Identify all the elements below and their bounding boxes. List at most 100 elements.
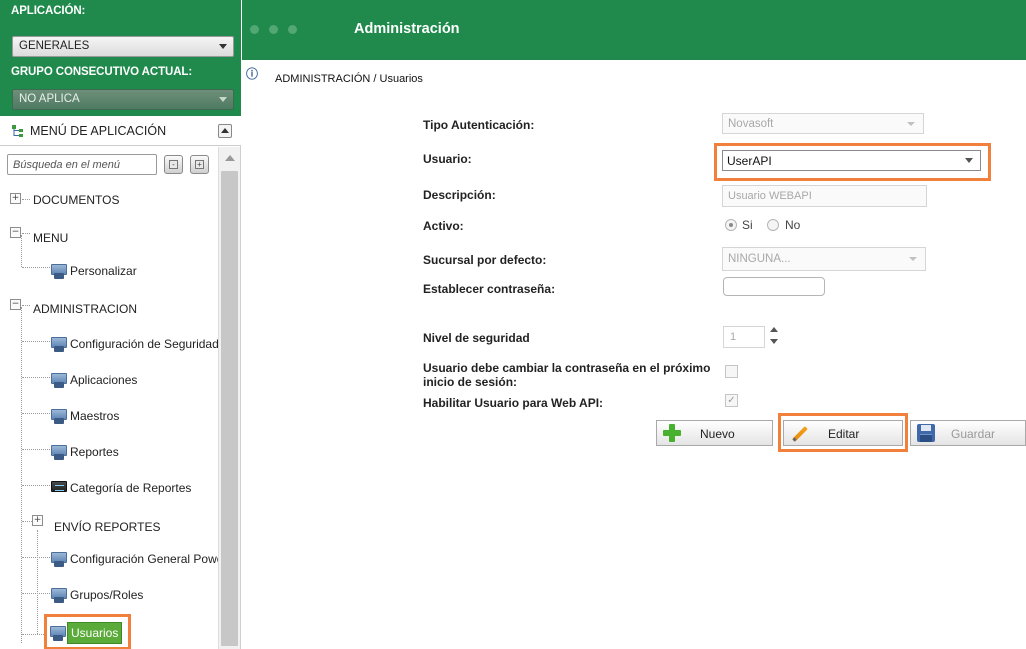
expand-icon[interactable]: + [32,515,43,526]
app-select[interactable]: GENERALES [12,36,234,57]
webapi-checkbox[interactable]: ✓ [725,394,738,407]
report-icon [51,264,67,279]
guardar-button[interactable]: Guardar [910,420,1026,446]
highlight-usuario-field: UserAPI [714,143,991,181]
descripcion-input: Usuario WEBAPI [722,185,927,207]
tree-node-label: MENU [33,231,69,245]
usuario-label: Usuario: [423,152,472,166]
report-icon [51,337,67,352]
tree-leaf-label: Categoría de Reportes [70,481,192,495]
sucursal-select: NINGUNA... [722,247,926,271]
window-dot-icon[interactable] [288,25,297,34]
category-icon [51,481,67,496]
chevron-down-icon [219,44,227,49]
collapse-menu-button[interactable] [218,124,232,138]
tree-leaf-maestros[interactable]: Maestros [0,406,218,430]
tree-leaf-label: Reportes [70,445,119,459]
tipo-auth-value: Novasoft [728,118,774,130]
user-form: Tipo Autenticación: Novasoft Usuario: Us… [242,96,1026,649]
window-dot-icon[interactable] [250,25,259,34]
tree-leaf-label: Configuración de Seguridad [70,337,218,351]
nuevo-button-label: Nuevo [700,427,735,441]
group-select: NO APLICA [12,89,234,110]
sucursal-label: Sucursal por defecto: [423,253,547,267]
contrasena-input[interactable] [723,277,825,296]
group-label: GRUPO CONSECUTIVO ACTUAL: [11,66,193,78]
report-icon [51,588,67,603]
app-label: APLICACIÓN: [11,5,86,17]
breadcrumb-bar: ⓘ ADMINISTRACIÓN / Usuarios [242,60,1026,96]
tree-node-label: ENVÍO REPORTES [54,520,161,534]
collapse-icon[interactable]: − [10,299,21,310]
tree-node-documentos[interactable]: + DOCUMENTOS [0,189,218,213]
tree-leaf-aplicaciones[interactable]: Aplicaciones [0,370,218,394]
editar-button-label: Editar [828,427,860,441]
tree-leaf-categoria-reportes[interactable]: Categoría de Reportes [0,478,218,502]
menu-search-input[interactable] [7,154,157,175]
menu-search-row: - + [0,147,218,183]
scroll-up-icon[interactable] [225,155,235,161]
cambiar-contrasena-label: Usuario debe cambiar la contraseña en el… [423,361,710,389]
contrasena-label: Establecer contraseña: [423,282,556,296]
expand-icon[interactable]: + [10,193,21,204]
tree-leaf-reportes[interactable]: Reportes [0,442,218,466]
nivel-value: 1 [730,331,737,343]
sidebar-scrollbar[interactable] [218,147,240,649]
tree-node-menu[interactable]: − MENU [0,225,218,249]
tree-node-label: ADMINISTRACION [33,302,138,316]
activo-no-radio[interactable] [767,219,779,231]
cambiar-label-line1: Usuario debe cambiar la contraseña en el… [423,361,711,375]
activo-si-radio[interactable] [725,219,737,231]
cambiar-label-line2: inicio de sesión: [423,375,518,389]
guardar-button-label: Guardar [951,427,996,441]
collapse-all-icon: - [169,160,178,169]
report-icon [51,409,67,424]
report-icon [51,445,67,460]
activo-no-label: No [785,218,801,232]
tree-node-envio-reportes[interactable]: + ENVÍO REPORTES [0,513,218,537]
nivel-input[interactable]: 1 [723,326,765,348]
tree-node-administracion[interactable]: − ADMINISTRACION [0,297,218,321]
descripcion-value: Usuario WEBAPI [728,190,812,202]
plus-icon [663,424,681,442]
activo-label: Activo: [423,219,464,233]
group-select-value: NO APLICA [19,93,80,105]
tree-node-label: DOCUMENTOS [33,193,120,207]
floppy-disk-icon [917,424,935,442]
collapse-icon[interactable]: − [10,227,21,238]
stepper-down-icon[interactable] [770,339,778,344]
tree-icon [12,125,23,137]
nivel-stepper[interactable] [769,325,779,349]
chevron-down-icon [965,158,973,163]
collapse-all-button[interactable]: - [164,155,183,174]
editar-button[interactable]: Editar [783,420,903,446]
tipo-auth-label: Tipo Autenticación: [423,118,535,132]
sucursal-value: NINGUNA... [728,253,791,265]
nivel-label: Nivel de seguridad [423,331,530,345]
page-title: Administración [354,21,460,37]
usuario-select[interactable]: UserAPI [722,150,981,171]
tree-leaf-config-seguridad[interactable]: Configuración de Seguridad [0,334,218,358]
nuevo-button[interactable]: Nuevo [656,420,773,446]
window-dot-icon[interactable] [269,25,278,34]
expand-all-button[interactable]: + [190,155,209,174]
cambiar-contrasena-checkbox[interactable] [725,365,738,378]
menu-title: MENÚ DE APLICACIÓN [30,124,167,138]
scroll-thumb[interactable] [221,171,238,646]
tree-leaf-grupos-roles[interactable]: Grupos/Roles [0,585,218,609]
stepper-up-icon[interactable] [770,327,778,332]
menu-header: MENÚ DE APLICACIÓN [0,116,241,146]
tree-leaf-usuarios[interactable]: Usuarios [0,614,218,649]
tree-leaf-label: Aplicaciones [70,373,138,387]
report-icon [51,373,67,388]
descripcion-label: Descripción: [423,188,496,202]
expand-all-icon: + [195,160,204,169]
top-bar: Administración [242,0,1026,60]
tree-leaf-label: Personalizar [70,264,137,278]
tipo-auth-select: Novasoft [722,113,924,134]
report-icon [51,552,67,567]
tree-leaf-personalizar[interactable]: Personalizar [0,261,218,285]
chevron-down-icon [909,257,917,261]
webapi-label: Habilitar Usuario para Web API: [423,396,604,410]
tree-leaf-config-power-bi[interactable]: Configuración General Power BI [0,549,218,573]
